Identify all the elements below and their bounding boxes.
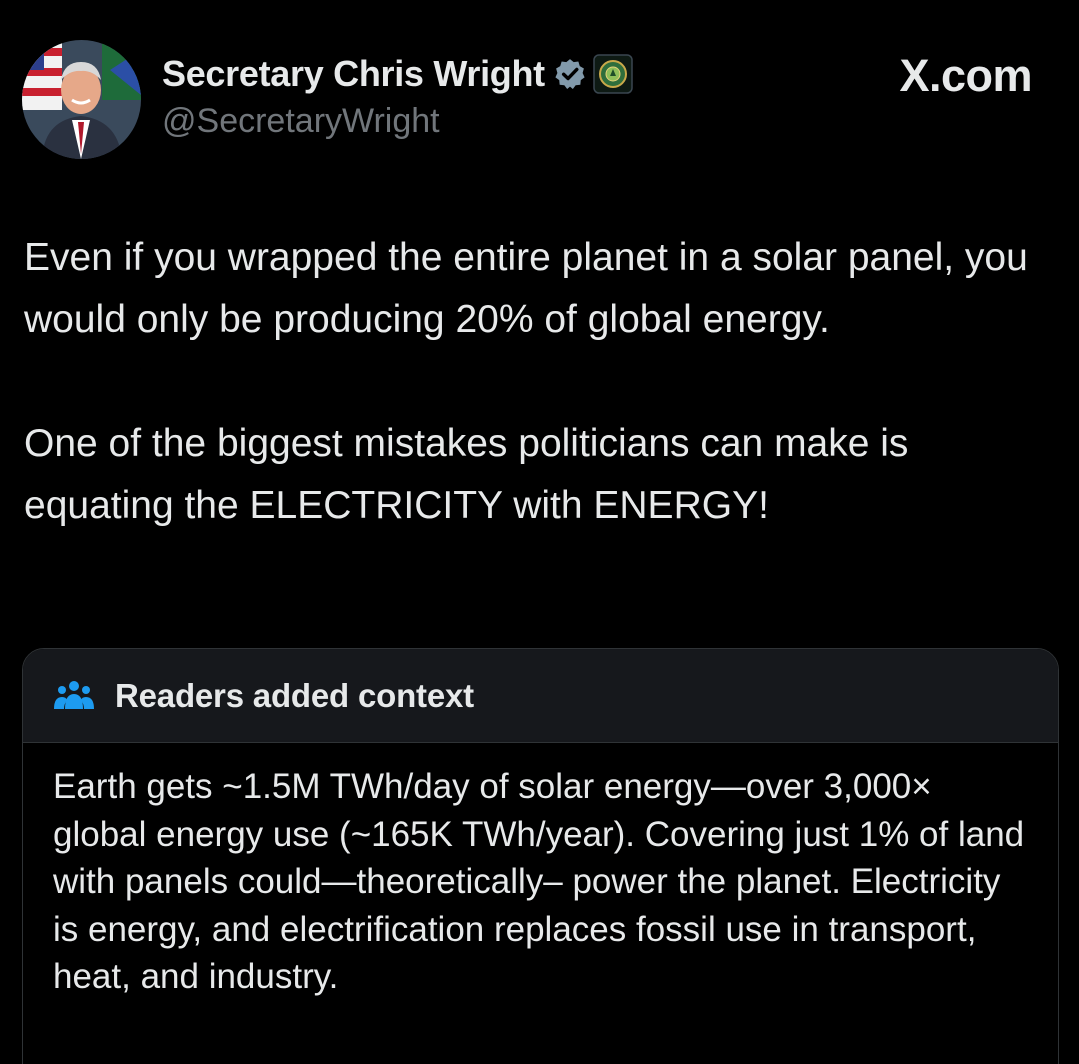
readers-icon (53, 679, 95, 713)
display-name[interactable]: Secretary Chris Wright (162, 53, 545, 95)
tweet-text: Even if you wrapped the entire planet in… (24, 227, 1064, 537)
tweet-paragraph: One of the biggest mistakes politicians … (24, 422, 909, 527)
author-name-row: Secretary Chris Wright (162, 52, 633, 96)
doe-seal-icon[interactable] (593, 54, 633, 94)
community-note-body: Earth gets ~1.5M TWh/day of solar energy… (53, 767, 1025, 996)
verified-badge-icon[interactable] (553, 57, 587, 91)
author-handle[interactable]: @SecretaryWright (162, 102, 440, 141)
community-note: Readers added context Earth gets ~1.5M T… (22, 648, 1059, 1064)
avatar-image (22, 40, 141, 159)
community-note-header: Readers added context (23, 649, 1058, 743)
avatar[interactable] (22, 40, 141, 159)
site-label: X.com (899, 50, 1032, 101)
tweet-paragraph: Even if you wrapped the entire planet in… (24, 236, 1028, 341)
community-note-title: Readers added context (115, 676, 474, 714)
